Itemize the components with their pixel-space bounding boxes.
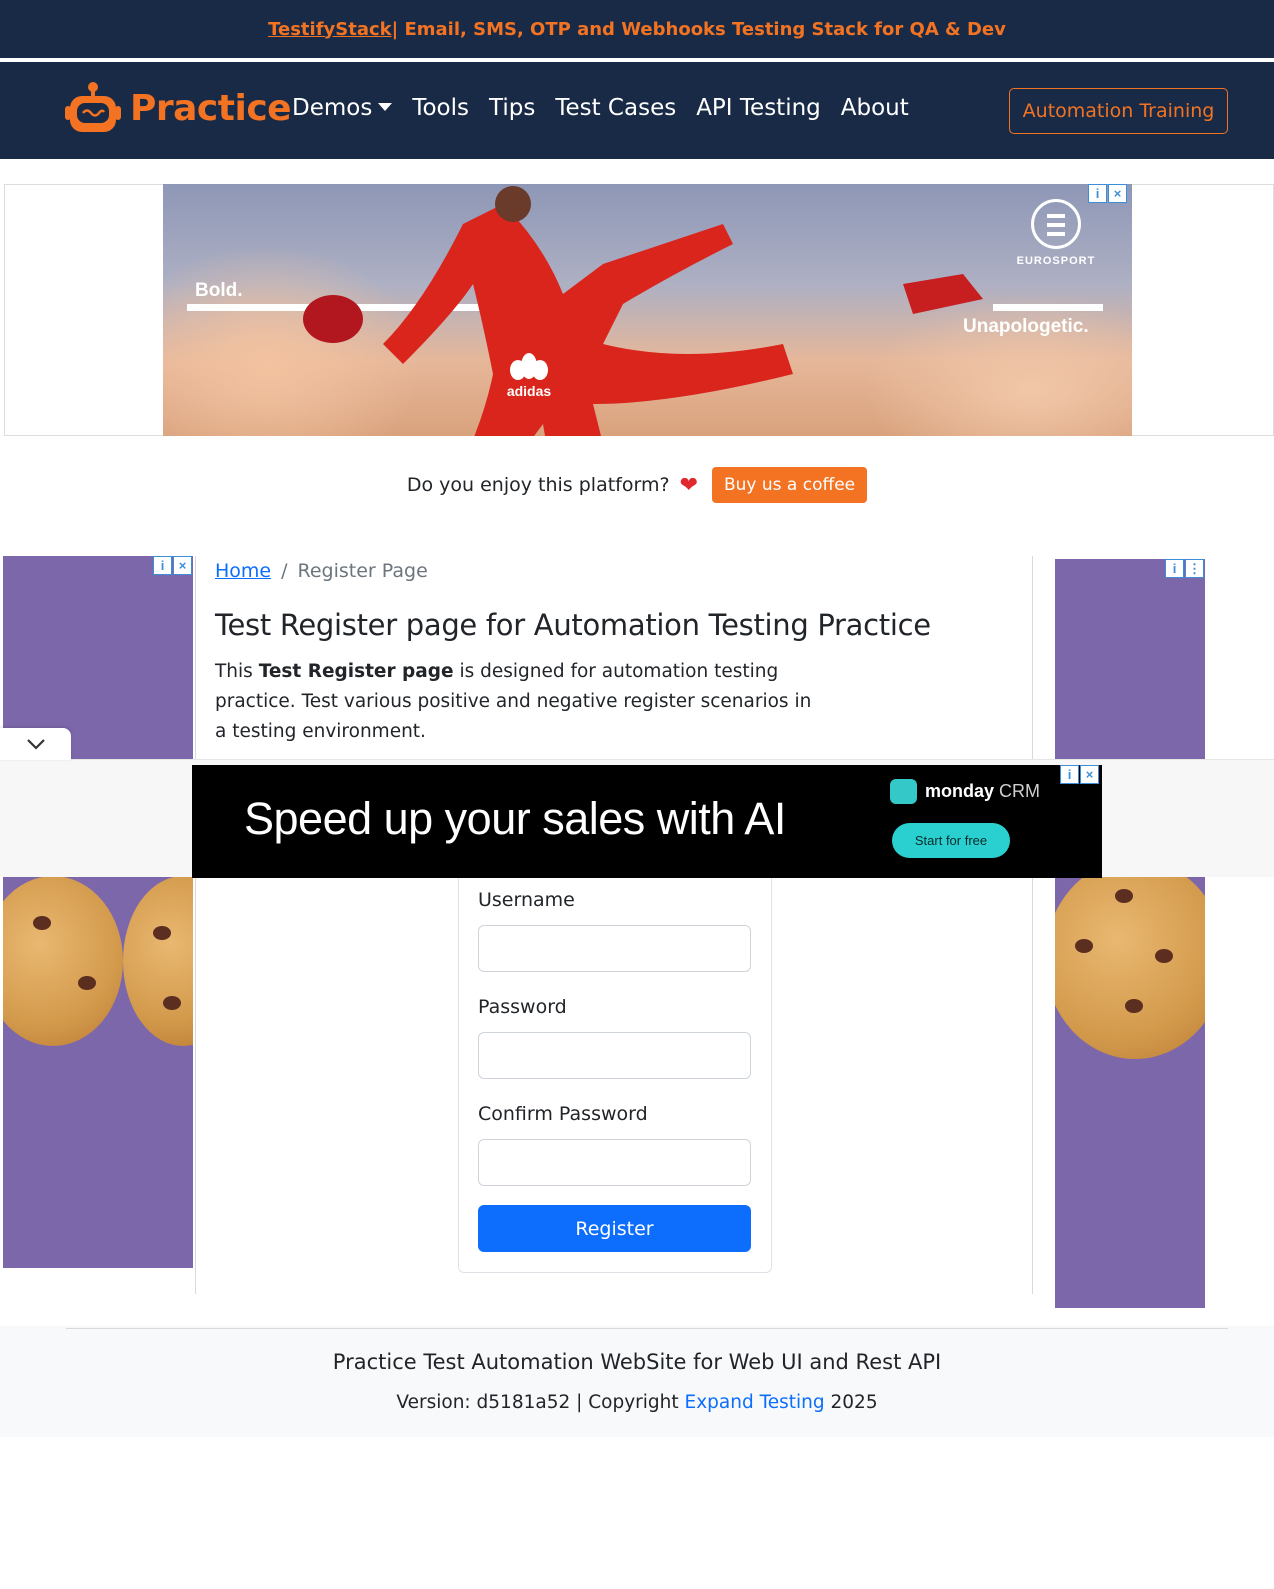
testifystack-link[interactable]: TestifyStack [268, 19, 392, 40]
eurosport-icon [1031, 199, 1081, 249]
footer [0, 1326, 1274, 1437]
footer-divider [66, 1328, 1228, 1329]
anchor-collapse-tab[interactable] [0, 728, 71, 760]
footer-meta: Version: d5181a52 | Copyright Expand Tes… [0, 1392, 1274, 1413]
cookie-image [123, 876, 193, 1046]
password-input[interactable] [478, 1032, 751, 1079]
adchoices: i ⋮ [1165, 559, 1204, 578]
adidas-logo: adidas [495, 352, 563, 420]
chocolate-chip [1125, 999, 1143, 1013]
breadcrumb-home[interactable]: Home [215, 560, 271, 582]
username-label: Username [478, 889, 575, 911]
chocolate-chip [33, 916, 51, 930]
ad-close-icon[interactable]: × [173, 556, 192, 575]
footer-title: Practice Test Automation WebSite for Web… [332, 1350, 942, 1374]
nav-demos-label: Demos [292, 95, 373, 121]
confirm-password-label: Confirm Password [478, 1103, 648, 1125]
nav-tips[interactable]: Tips [489, 95, 535, 121]
intro-prefix: This [215, 661, 259, 682]
trefoil-icon [510, 353, 548, 380]
footer-year: 2025 [824, 1392, 878, 1413]
anchor-ad[interactable]: Speed up your sales with AI monday CRM S… [192, 765, 1102, 878]
cookie-image [1055, 859, 1205, 1059]
nav-demos[interactable]: Demos [292, 95, 393, 121]
buy-coffee-button[interactable]: Buy us a coffee [712, 467, 868, 503]
ad-info-icon[interactable]: i [153, 556, 172, 575]
chocolate-chip [1115, 889, 1133, 903]
nav-api-testing[interactable]: API Testing [696, 95, 821, 121]
brand-name: Practice [130, 87, 292, 129]
intro-bold: Test Register page [258, 661, 454, 682]
robot-logo-icon [64, 80, 122, 136]
breadcrumb: Home / Register Page [215, 560, 428, 582]
left-side-ad[interactable]: i × [3, 556, 193, 1268]
caret-down-icon [378, 102, 393, 111]
ad-close-icon[interactable]: × [1108, 184, 1127, 203]
adidas-wordmark: adidas [506, 383, 552, 399]
right-side-ad[interactable]: i ⋮ [1055, 559, 1205, 1308]
ad-word-bold: Bold. [195, 280, 243, 301]
breadcrumb-current: Register Page [297, 560, 428, 582]
breadcrumb-separator: / [281, 560, 288, 582]
username-input[interactable] [478, 925, 751, 972]
eurosport-wordmark: EUROSPORT [1016, 255, 1096, 267]
support-prompt: Do you enjoy this platform? ❤ Buy us a c… [0, 465, 1274, 505]
expand-testing-link[interactable]: Expand Testing [685, 1392, 825, 1413]
nav-test-cases[interactable]: Test Cases [555, 95, 676, 121]
chocolate-chip [1075, 939, 1093, 953]
chocolate-chip [1155, 949, 1173, 963]
nav-about[interactable]: About [841, 95, 909, 121]
announcement-text: | Email, SMS, OTP and Webhooks Testing S… [391, 18, 1006, 40]
adchoices: i × [153, 556, 192, 575]
chocolate-chip [153, 926, 171, 940]
page-intro: This Test Register page is designed for … [215, 657, 815, 747]
ad-info-icon[interactable]: i [1165, 559, 1184, 578]
top-banner-ad[interactable]: Bold. Unapologetic. adidas EUROSPORT i × [163, 184, 1132, 436]
ad-info-icon[interactable]: i [1060, 765, 1079, 784]
ad-figure-illustration [303, 186, 983, 436]
chevron-down-icon [26, 739, 45, 750]
nav-tools[interactable]: Tools [412, 95, 469, 121]
crm-wordmark: CRM [999, 781, 1041, 801]
start-for-free-button[interactable]: Start for free [892, 823, 1010, 858]
confirm-password-input[interactable] [478, 1139, 751, 1186]
monday-wordmark: monday [925, 781, 995, 801]
chocolate-chip [78, 976, 96, 990]
monday-crm-logo: monday CRM [890, 779, 1040, 804]
ad-info-icon[interactable]: i [1088, 184, 1107, 203]
main-navbar: Practice Demos Tools Tips Test Cases API… [0, 62, 1274, 159]
password-label: Password [478, 996, 567, 1018]
nav-links: Demos Tools Tips Test Cases API Testing … [292, 95, 909, 121]
adchoices: i × [1088, 184, 1127, 203]
adchoices: i × [1060, 765, 1099, 784]
automation-training-button[interactable]: Automation Training [1009, 88, 1228, 134]
register-button[interactable]: Register [478, 1205, 751, 1252]
page-title: Test Register page for Automation Testin… [215, 608, 931, 642]
ad-word-unapologetic: Unapologetic. [963, 316, 1089, 337]
ad-menu-icon[interactable]: ⋮ [1185, 559, 1204, 578]
support-question: Do you enjoy this platform? [406, 474, 670, 496]
brand-link[interactable]: Practice [64, 80, 292, 136]
chocolate-chip [163, 996, 181, 1010]
heart-icon: ❤ [679, 472, 698, 498]
announcement-bar: TestifyStack | Email, SMS, OTP and Webho… [0, 0, 1274, 60]
anchor-ad-headline: Speed up your sales with AI [244, 793, 786, 844]
cookie-image [3, 876, 123, 1046]
ad-close-icon[interactable]: × [1080, 765, 1099, 784]
eurosport-logo: EUROSPORT [1006, 199, 1106, 267]
footer-version: Version: d5181a52 | Copyright [396, 1392, 685, 1413]
monday-logo-icon [890, 779, 917, 804]
